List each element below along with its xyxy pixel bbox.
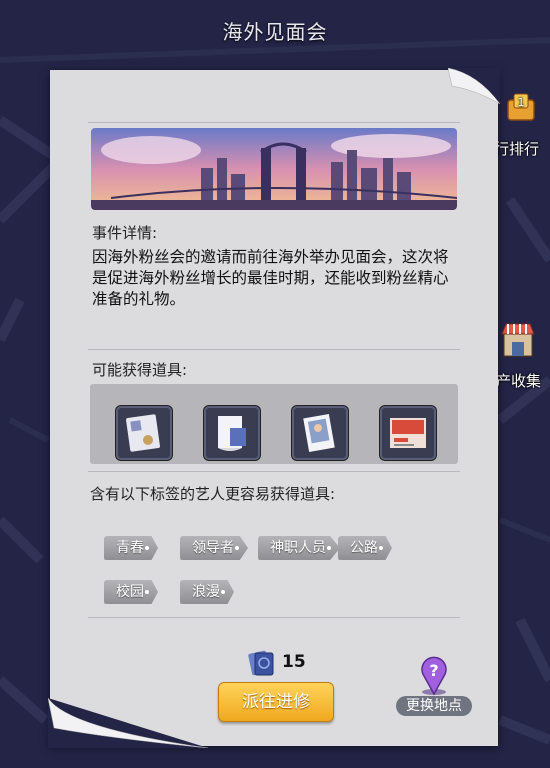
divider <box>88 349 460 350</box>
reward-item[interactable] <box>380 406 436 460</box>
tag-chip: 青春 <box>104 536 158 560</box>
svg-text:?: ? <box>429 661 438 680</box>
event-description: 因海外粉丝会的邀请而前往海外举办见面会，这次将是促进海外粉丝增长的最佳时期，还能… <box>92 248 449 308</box>
event-card: 事件详情: 因海外粉丝会的邀请而前往海外举办见面会，这次将是促进海外粉丝增长的最… <box>48 68 500 748</box>
tags-heading: 含有以下标签的艺人更容易获得道具: <box>90 485 336 503</box>
paper-roll-icon <box>218 416 246 451</box>
page-curl-top-right <box>448 68 500 104</box>
trophy-icon: 1 <box>507 93 535 121</box>
tag-chip: 领导者 <box>180 536 248 560</box>
video-poster-icon <box>390 418 426 448</box>
tag-chip: 浪漫 <box>180 580 234 604</box>
reward-items-panel <box>90 384 458 464</box>
collect-label: 产收集 <box>496 372 542 390</box>
svg-text:1: 1 <box>518 96 525 109</box>
details-heading: 事件详情: <box>92 224 158 242</box>
tag-chip: 校园 <box>104 580 158 604</box>
rewards-heading: 可能获得道具: <box>92 361 188 379</box>
divider <box>88 122 460 123</box>
reward-item[interactable] <box>292 406 348 460</box>
reward-item[interactable] <box>116 406 172 460</box>
ranking-label: 行排行 <box>494 140 540 158</box>
divider <box>88 471 460 472</box>
page-curl-bottom-left <box>48 698 208 748</box>
photo-card-icon <box>303 414 335 452</box>
tag-chip: 神职人员 <box>258 536 340 560</box>
change-location-button[interactable]: ? 更换地点 <box>396 652 472 720</box>
change-location-label: 更换地点 <box>396 696 472 716</box>
cost-value: 15 <box>282 652 306 672</box>
id-card-icon <box>126 414 160 452</box>
shop-icon <box>501 323 535 357</box>
page-title: 海外见面会 <box>222 20 328 44</box>
dispatch-button[interactable]: 派往进修 <box>218 682 334 722</box>
tag-chip: 公路 <box>338 536 392 560</box>
city-banner-image <box>91 128 457 210</box>
divider <box>88 617 460 618</box>
passport-icon <box>248 650 274 676</box>
location-pin-icon: ? <box>421 656 447 696</box>
reward-item[interactable] <box>204 406 260 460</box>
